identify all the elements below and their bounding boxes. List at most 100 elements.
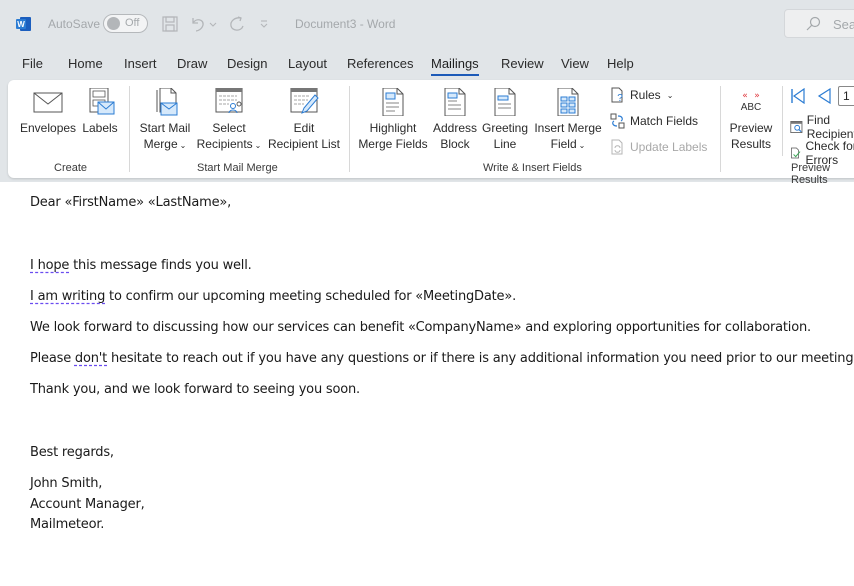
svg-text:?: ?	[617, 93, 623, 103]
find-recipient-label: Find Recipient	[806, 113, 854, 141]
highlight-merge-fields-line2: Merge Fields	[358, 137, 428, 151]
search-placeholder: Search	[833, 17, 854, 32]
select-recipients-line2: Recipients	[196, 137, 253, 151]
greeting-line-button[interactable]: Greeting Line	[480, 88, 530, 152]
rules-button[interactable]: ? Rules ⌄	[610, 87, 673, 103]
save-icon[interactable]	[160, 14, 180, 34]
start-mail-merge-line1: Start Mail	[139, 121, 191, 135]
group-label-create: Create	[54, 162, 88, 174]
insert-merge-field-button[interactable]: Insert Merge Field ⌄	[532, 88, 604, 154]
rules-icon: ?	[611, 87, 623, 103]
address-block-icon	[444, 88, 466, 116]
word-logo-icon: W	[16, 17, 31, 31]
closing-line: Best regards,	[30, 445, 114, 460]
greeting-line: Dear «FirstName» «LastName»,	[30, 195, 232, 210]
envelopes-button[interactable]: Envelopes	[20, 88, 76, 136]
group-label-preview-results: Preview Results	[791, 162, 831, 186]
grammar-flag[interactable]: I hope	[30, 258, 69, 273]
tab-help[interactable]: Help	[607, 56, 634, 71]
undo-icon[interactable]	[188, 14, 208, 34]
start-mail-merge-icon	[156, 88, 178, 116]
select-recipients-line1: Select	[212, 121, 246, 135]
svg-text:W: W	[17, 20, 25, 29]
preview-results-button[interactable]: « » ABC Preview Results	[726, 88, 776, 152]
paragraph-3: We look forward to discussing how our se…	[30, 320, 811, 335]
autosave-label: AutoSave	[48, 17, 101, 31]
paragraph-1: I hope this message finds you well.	[30, 258, 252, 273]
edit-recipient-list-icon	[290, 88, 319, 114]
signature-name: John Smith,	[30, 476, 103, 491]
customize-toolbar-icon[interactable]	[256, 14, 272, 34]
match-fields-button[interactable]: Match Fields	[610, 113, 698, 129]
greeting-line-icon	[494, 88, 516, 116]
tab-home[interactable]: Home	[68, 56, 103, 71]
group-separator	[349, 86, 350, 172]
tab-file[interactable]: File	[22, 56, 43, 71]
group-separator	[720, 86, 721, 172]
paragraph-5: Thank you, and we look forward to seeing…	[30, 382, 360, 397]
document-title: Document3 - Word	[295, 17, 396, 31]
paragraph-2: I am writing to confirm our upcoming mee…	[30, 289, 517, 304]
select-recipients-icon	[215, 88, 243, 114]
ribbon-mailings: Envelopes Labels Create Start Mail Merge…	[8, 80, 854, 186]
record-number-input[interactable]: 1	[838, 86, 854, 106]
start-mail-merge-line2: Merge	[143, 137, 178, 151]
svg-text:ABC: ABC	[741, 102, 762, 113]
ribbon-tabs: File Home Insert Draw Design Layout Refe…	[0, 50, 854, 80]
update-labels-button[interactable]: Update Labels	[610, 139, 707, 155]
previous-record-icon[interactable]	[816, 88, 832, 104]
tab-references[interactable]: References	[347, 56, 413, 71]
address-block-line1: Address	[432, 121, 478, 135]
grammar-flag[interactable]: I am writing	[30, 289, 105, 304]
group-label-write-insert-fields: Write & Insert Fields	[483, 162, 582, 174]
undo-dropdown-icon[interactable]	[208, 14, 218, 34]
first-record-icon[interactable]	[790, 88, 806, 104]
paragraph-4: Please don't hesitate to reach out if yo…	[30, 351, 854, 366]
tab-draw[interactable]: Draw	[177, 56, 207, 71]
match-fields-label: Match Fields	[630, 114, 699, 128]
group-label-start-mail-merge: Start Mail Merge	[197, 162, 278, 174]
preview-results-line2: Results	[730, 137, 771, 151]
chevron-down-icon: ⌄	[578, 141, 586, 150]
autosave-state: Off	[125, 17, 140, 29]
rules-label: Rules	[630, 88, 661, 102]
toggle-knob	[107, 17, 120, 30]
edit-recipient-list-button[interactable]: Edit Recipient List	[266, 88, 342, 152]
greeting-line-line2: Line	[493, 137, 517, 151]
envelopes-label: Envelopes	[20, 121, 77, 135]
group-separator	[782, 86, 783, 156]
highlight-merge-fields-button[interactable]: Highlight Merge Fields	[356, 88, 430, 152]
tab-design[interactable]: Design	[227, 56, 267, 71]
address-block-line2: Block	[440, 137, 470, 151]
highlight-merge-fields-icon	[382, 88, 404, 116]
envelope-icon	[33, 92, 63, 113]
tab-review[interactable]: Review	[501, 56, 544, 71]
find-recipient-button[interactable]: Find Recipient	[790, 113, 854, 141]
redo-icon[interactable]	[227, 14, 247, 34]
autosave-toggle[interactable]: Off	[103, 14, 148, 33]
title-bar: W AutoSave Off Document3 - Word Search	[0, 0, 854, 50]
tab-mailings[interactable]: Mailings	[431, 56, 479, 76]
svg-text:»: »	[754, 91, 760, 101]
chevron-down-icon: ⌄	[254, 141, 262, 150]
labels-button[interactable]: Labels	[80, 88, 120, 136]
check-errors-icon	[791, 147, 801, 159]
address-block-button[interactable]: Address Block	[431, 88, 479, 152]
tab-layout[interactable]: Layout	[288, 56, 327, 71]
start-mail-merge-button[interactable]: Start Mail Merge ⌄	[136, 88, 194, 154]
update-labels-icon	[611, 139, 623, 155]
edit-recipient-list-line1: Edit	[293, 121, 315, 135]
chevron-down-icon: ⌄	[179, 141, 187, 150]
grammar-flag[interactable]: don't	[75, 351, 107, 366]
preview-results-line1: Preview	[729, 121, 773, 135]
tab-view[interactable]: View	[561, 56, 589, 71]
match-fields-icon	[610, 113, 625, 129]
tab-insert[interactable]: Insert	[124, 56, 157, 71]
labels-icon	[89, 88, 115, 115]
update-labels-label: Update Labels	[630, 140, 708, 154]
insert-merge-field-line2: Field	[550, 137, 577, 151]
insert-merge-field-line1: Insert Merge	[534, 121, 602, 135]
search-box[interactable]: Search	[784, 9, 854, 38]
highlight-merge-fields-line1: Highlight	[369, 121, 417, 135]
select-recipients-button[interactable]: Select Recipients ⌄	[194, 88, 264, 154]
